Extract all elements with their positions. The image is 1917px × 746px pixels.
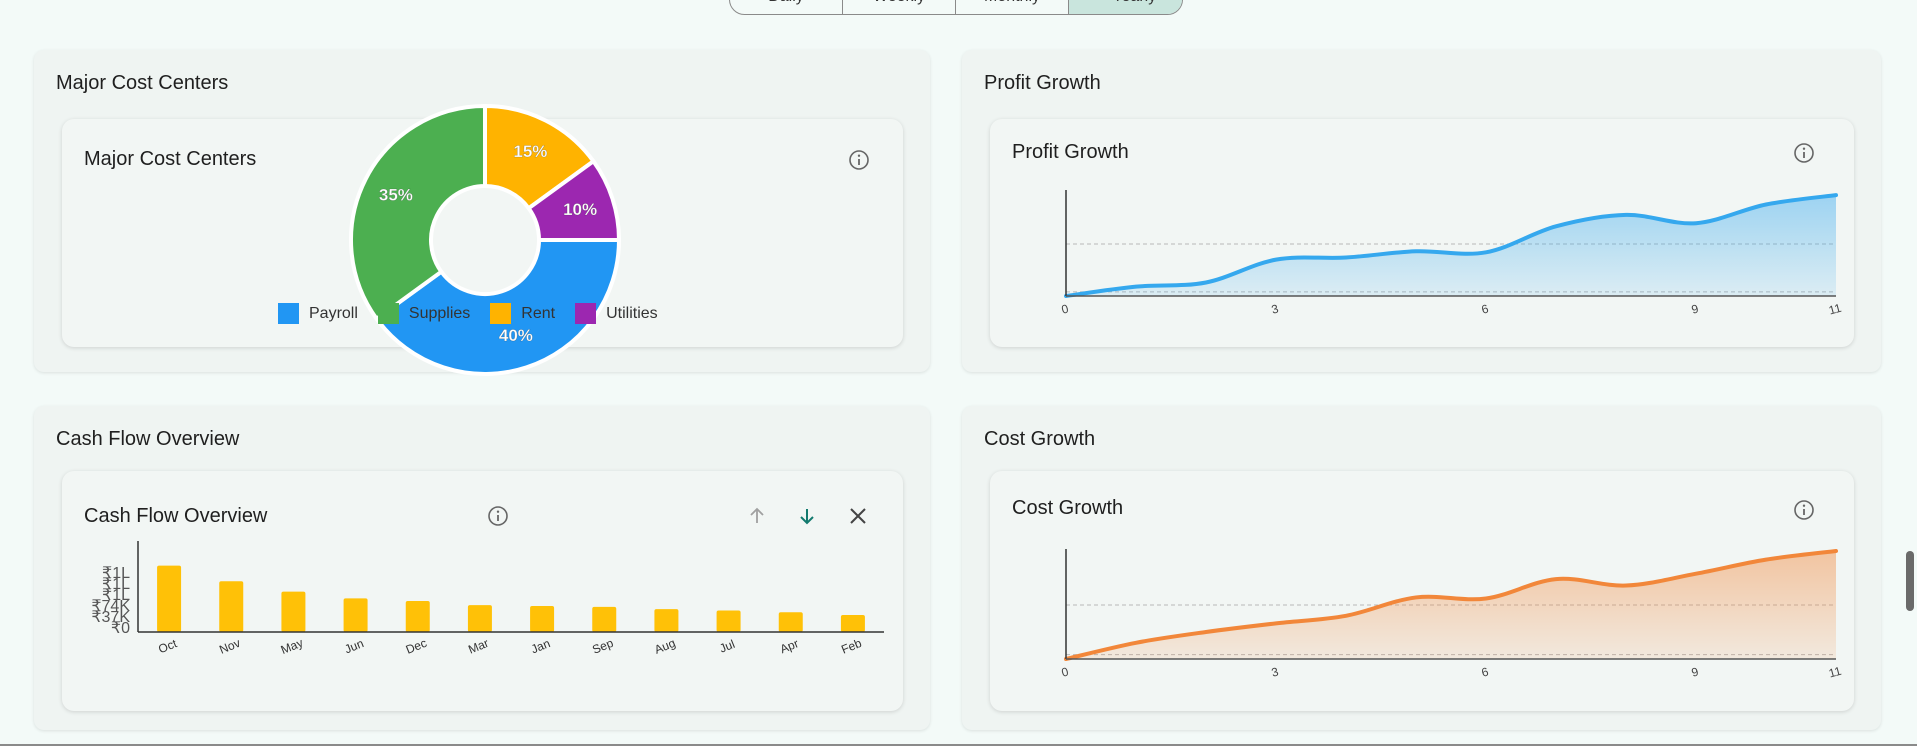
x-tick-label: Jun [342, 636, 365, 656]
x-tick-label: Apr [778, 636, 801, 656]
donut-chart: 40% 35% 15% 10% [349, 103, 622, 376]
legend-swatch [377, 303, 399, 324]
period-selector: Daily Weekly Monthly ✓ Yearly [729, 0, 1183, 15]
card-title: Major Cost Centers [56, 72, 229, 94]
info-icon[interactable] [847, 148, 871, 172]
x-tick-label: 6 [1480, 301, 1490, 316]
pie-legend: Payroll Supplies Rent Utilities [278, 303, 678, 324]
pie-data-label: 40% [499, 326, 533, 345]
pie-data-label: 10% [563, 200, 597, 219]
cost-area-chart: 0 3 6 9 11 [1060, 549, 1843, 681]
bar-apr [778, 612, 803, 632]
legend-label: Rent [521, 304, 556, 322]
period-daily[interactable]: Daily [730, 0, 843, 14]
x-tick-label: Aug [652, 636, 677, 657]
x-tick-label: 3 [1270, 301, 1280, 316]
bar-jun [343, 598, 368, 632]
bar-oct [157, 565, 182, 632]
bar-jul [716, 610, 741, 632]
x-tick-label: Sep [590, 636, 615, 657]
x-tick-label: 6 [1480, 664, 1490, 679]
card-title: Cash Flow Overview [56, 428, 240, 450]
period-yearly[interactable]: ✓ Yearly [1069, 0, 1182, 14]
x-tick-label: 11 [1827, 301, 1843, 318]
legend-swatch [490, 303, 512, 324]
x-tick-label: May [279, 636, 305, 657]
period-monthly[interactable]: Monthly [956, 0, 1069, 14]
x-tick-label: Nov [217, 636, 242, 657]
y-tick-label: ₹1L [102, 565, 130, 582]
legend-swatch [575, 303, 597, 324]
bar-mar [467, 605, 492, 632]
pie-slice-supplies [349, 103, 487, 322]
legend-label: Utilities [606, 304, 658, 322]
area-fill [1066, 195, 1836, 296]
profit-area-chart: 0 3 6 9 11 [1060, 190, 1843, 318]
x-tick-label: Jul [717, 637, 736, 656]
card-cost-growth: Cost Growth Cost Growth 0 3 6 9 11 [962, 406, 1881, 730]
x-tick-label: 9 [1690, 301, 1700, 316]
x-tick-label: 0 [1060, 301, 1070, 316]
x-tick-label: 9 [1690, 664, 1700, 679]
cash-flow-bar-chart: Oct Nov May Jun Dec Mar Jan Sep Aug Jul Apr Feb₹0₹3… [91, 541, 884, 657]
pie-data-label: 15% [513, 142, 547, 161]
pie-data-label: 35% [379, 186, 413, 205]
x-tick-label: Feb [839, 636, 864, 657]
card-title: Cost Growth [984, 428, 1096, 450]
card-title: Profit Growth [984, 72, 1101, 94]
chart-title: Major Cost Centers [84, 148, 257, 170]
bar-may [281, 591, 306, 632]
x-tick-label: 11 [1827, 664, 1843, 681]
chart-panel-cash-flow: Cash Flow Overview Oct Nov May Jun Dec Mar Jan… [62, 471, 903, 711]
card-profit-growth: Profit Growth Profit Growth 0 3 6 9 11 [962, 50, 1881, 372]
x-tick-label: Jan [529, 636, 552, 656]
x-tick-label: 0 [1060, 664, 1070, 679]
x-tick-label: 3 [1270, 664, 1280, 679]
x-tick-label: Mar [466, 636, 490, 657]
bar-aug [654, 609, 679, 632]
bar-sep [592, 606, 617, 632]
legend-item-utilities[interactable]: Utilities [575, 303, 658, 324]
legend-item-supplies[interactable]: Supplies [377, 303, 471, 324]
scrollbar-thumb[interactable] [1906, 551, 1914, 611]
bar-jan [530, 605, 555, 632]
bar-feb [840, 614, 865, 632]
x-tick-label: Dec [404, 636, 429, 657]
chart-panel-cost-growth: Cost Growth 0 3 6 9 11 [990, 471, 1854, 711]
legend-label: Supplies [408, 304, 471, 322]
legend-item-payroll[interactable]: Payroll [278, 303, 358, 324]
bar-dec [405, 601, 430, 632]
bar-nov [219, 581, 244, 632]
x-tick-label: Oct [156, 636, 179, 656]
legend-label: Payroll [309, 304, 358, 322]
legend-swatch [278, 303, 299, 324]
card-cash-flow: Cash Flow Overview Cash Flow Overview Oc… [34, 406, 930, 730]
chart-panel-profit-growth: Profit Growth 0 3 6 9 11 [990, 119, 1854, 347]
legend-item-rent[interactable]: Rent [490, 303, 555, 324]
period-weekly[interactable]: Weekly [843, 0, 956, 14]
